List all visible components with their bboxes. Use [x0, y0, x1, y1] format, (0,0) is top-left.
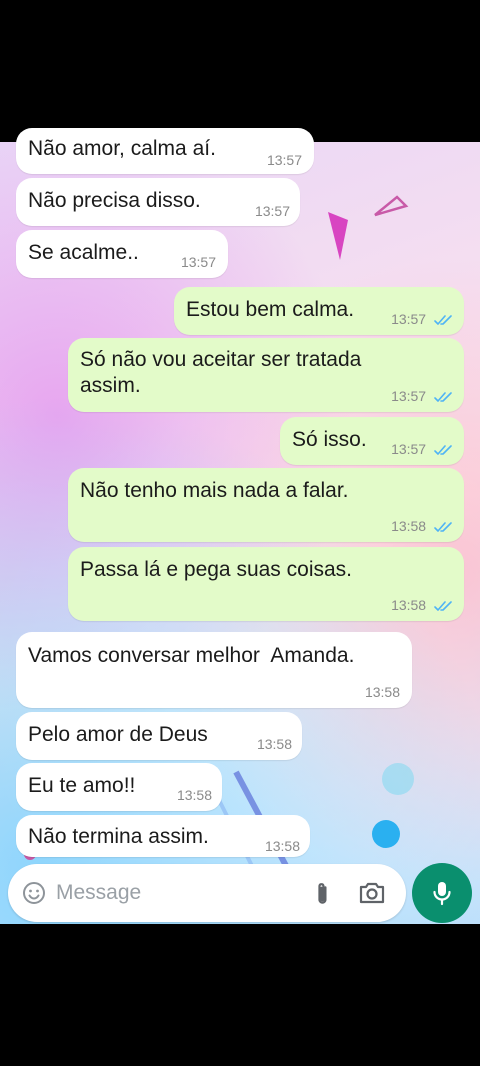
emoji-icon[interactable]: [22, 881, 46, 910]
message-time: 13:57: [391, 441, 454, 457]
camera-icon[interactable]: [358, 880, 386, 911]
message-text: Pelo amor de Deus: [28, 723, 208, 746]
message-time: 13:58: [264, 838, 300, 854]
message-time-text: 13:57: [391, 441, 427, 457]
message-bubble-incoming[interactable]: Não amor, calma aí. 13:57: [16, 128, 314, 174]
message-text: Só isso.: [292, 428, 367, 451]
message-time: 13:58: [364, 684, 400, 700]
message-input[interactable]: Message: [56, 881, 141, 905]
message-bubble-outgoing[interactable]: Só não vou aceitar ser tratada assim. 13…: [68, 338, 464, 412]
message-text: Não amor, calma aí.: [28, 137, 216, 160]
message-text: Não termina assim.: [28, 825, 209, 848]
read-receipt-icon: [434, 392, 452, 403]
message-bubble-outgoing[interactable]: Estou bem calma. 13:57: [174, 287, 464, 335]
message-text: Eu te amo!!: [28, 774, 136, 797]
message-time: 13:57: [266, 152, 302, 168]
message-bubble-incoming[interactable]: Eu te amo!! 13:58: [16, 763, 222, 811]
message-bubble-incoming[interactable]: Pelo amor de Deus 13:58: [16, 712, 302, 760]
message-time-text: 13:57: [391, 388, 427, 404]
message-bubble-outgoing[interactable]: Passa lá e pega suas coisas. 13:58: [68, 547, 464, 621]
message-time-text: 13:57: [391, 311, 427, 327]
message-text: Estou bem calma.: [186, 298, 355, 321]
read-receipt-icon: [434, 445, 452, 456]
message-time: 13:57: [391, 388, 454, 404]
message-time-text: 13:58: [391, 518, 427, 534]
message-bubble-incoming[interactable]: Não precisa disso. 13:57: [16, 178, 300, 226]
message-text: Só não vou aceitar ser tratada assim.: [80, 348, 362, 397]
message-composer[interactable]: Message: [8, 864, 406, 922]
message-time: 13:58: [391, 518, 454, 534]
message-bubble-outgoing[interactable]: Só isso. 13:57: [280, 417, 464, 465]
message-bubble-outgoing[interactable]: Não tenho mais nada a falar. 13:58: [68, 468, 464, 542]
message-time: 13:58: [176, 787, 212, 803]
message-time: 13:58: [256, 736, 292, 752]
message-bubble-incoming[interactable]: Não termina assim. 13:58: [16, 815, 310, 857]
mic-button[interactable]: [412, 863, 472, 923]
paperclip-icon[interactable]: [310, 879, 338, 912]
message-text: Não tenho mais nada a falar.: [80, 479, 349, 502]
message-time-text: 13:58: [391, 597, 427, 613]
message-bubble-incoming[interactable]: Se acalme.. 13:57: [16, 230, 228, 278]
message-text: Não precisa disso.: [28, 189, 201, 212]
message-time: 13:57: [180, 254, 216, 270]
message-bubble-incoming[interactable]: Vamos conversar melhor Amanda. 13:58: [16, 632, 412, 708]
message-text: Vamos conversar melhor Amanda.: [28, 644, 355, 667]
message-time: 13:58: [391, 597, 454, 613]
read-receipt-icon: [434, 601, 452, 612]
message-text: Passa lá e pega suas coisas.: [80, 558, 352, 581]
message-time: 13:57: [391, 311, 454, 327]
mic-icon: [433, 882, 451, 906]
read-receipt-icon: [434, 522, 452, 533]
message-time: 13:57: [254, 203, 290, 219]
read-receipt-icon: [434, 315, 452, 326]
message-text: Se acalme..: [28, 241, 139, 264]
